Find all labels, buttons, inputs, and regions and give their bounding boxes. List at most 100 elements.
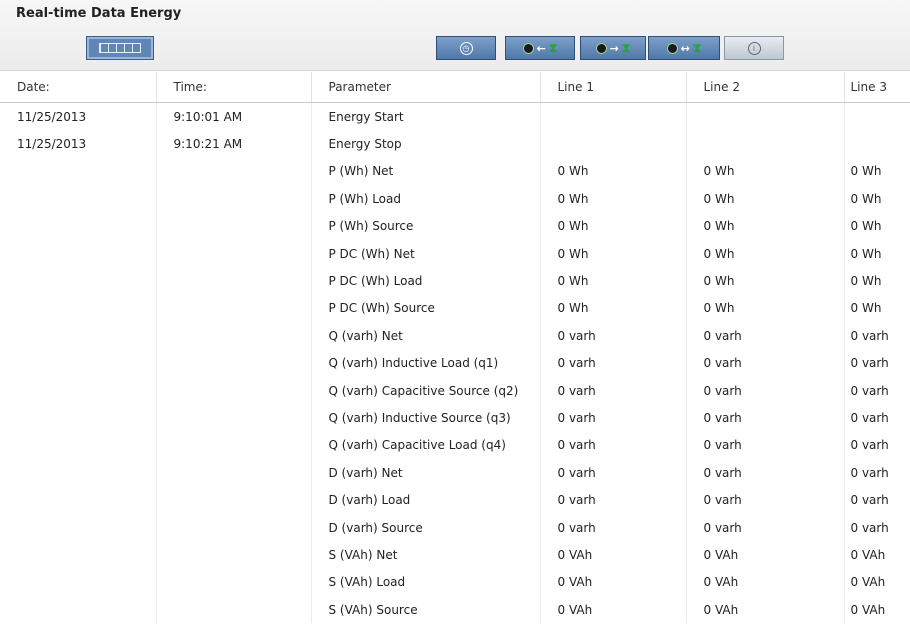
cell-time: [156, 541, 312, 569]
table-row[interactable]: Q (varh) Capacitive Load (q4) 0 varh 0 var…: [0, 431, 910, 460]
table-row[interactable]: P DC (Wh) Load 0 Wh 0 Wh 0 Wh: [0, 267, 910, 295]
table-row[interactable]: 11/25/2013 9:10:01 AM Energy Start: [0, 102, 910, 131]
table-row[interactable]: P DC (Wh) Source 0 Wh 0 Wh 0 Wh: [0, 294, 910, 323]
export-button[interactable]: → ⧗: [580, 36, 646, 60]
cell-parameter: D (varh) Source: [311, 513, 541, 542]
import-icon: ←: [536, 41, 546, 55]
cell-line-1: 0 varh: [540, 376, 687, 405]
cell-parameter: P DC (Wh) Load: [311, 267, 541, 295]
grid-view-icon: [99, 43, 141, 53]
cell-time: [156, 185, 312, 213]
table-header-row: Date: Time: Parameter Line 1 Line 2 Line…: [0, 72, 910, 103]
table-row[interactable]: Q (varh) Capacitive Source (q2) 0 varh 0 v…: [0, 376, 910, 405]
cell-date: [0, 212, 157, 240]
grid-view-button[interactable]: [86, 36, 154, 60]
cell-line-3: 0 Wh: [850, 191, 882, 206]
bidirectional-button[interactable]: ↔ ⧗: [648, 36, 720, 60]
table-row[interactable]: Q (varh) Inductive Load (q1) 0 varh 0 varh…: [0, 349, 910, 377]
cell-date: [0, 541, 157, 569]
import-button[interactable]: ← ⧗: [505, 36, 575, 60]
info-button[interactable]: i: [724, 36, 784, 60]
cell-date: [0, 404, 157, 432]
cell-date: [0, 431, 157, 460]
cell-date: [0, 596, 157, 624]
cell-date: [0, 486, 157, 514]
cell-line-1: 0 varh: [540, 486, 687, 514]
cell-date: [0, 568, 157, 597]
cell-parameter: P (Wh) Net: [311, 157, 541, 186]
meter-icon: ⧗: [621, 41, 631, 55]
cell-line-2: 0 Wh: [686, 239, 845, 268]
cell-date: [0, 376, 157, 405]
cell-line-2: 0 Wh: [686, 294, 845, 323]
cell-line-2: 0 varh: [686, 431, 845, 460]
table-row[interactable]: D (varh) Net 0 varh 0 varh 0 varh: [0, 459, 910, 487]
table-body: 11/25/2013 9:10:01 AM Energy Start 11/25/20…: [0, 102, 910, 624]
cell-line-2: 0 VAh: [686, 541, 845, 569]
cell-line-1: 0 Wh: [540, 294, 687, 323]
cell-line-2: 0 varh: [686, 349, 845, 377]
cell-line-2: 0 Wh: [686, 267, 845, 295]
cell-line-2: 0 Wh: [686, 212, 845, 240]
table-row[interactable]: Q (varh) Inductive Source (q3) 0 varh 0 va…: [0, 404, 910, 432]
cell-line-2: [686, 130, 845, 158]
panel-title: Real-time Data Energy: [16, 6, 182, 21]
cell-line-1: [540, 102, 687, 131]
table-row[interactable]: S (VAh) Net 0 VAh 0 VAh 0 VAh: [0, 541, 910, 569]
cell-parameter: D (varh) Net: [311, 459, 541, 487]
bidirectional-icon: ↔: [680, 41, 690, 55]
column-header-line-1[interactable]: Line 1: [540, 72, 687, 103]
table-row[interactable]: 11/25/2013 9:10:21 AM Energy Stop: [0, 130, 910, 158]
cell-line-3: 0 VAh: [850, 602, 886, 617]
table-row[interactable]: D (varh) Source 0 varh 0 varh 0 varh: [0, 513, 910, 542]
column-header-parameter[interactable]: Parameter: [311, 72, 541, 103]
table-row[interactable]: S (VAh) Load 0 VAh 0 VAh 0 VAh: [0, 568, 910, 597]
cell-line-3: 0 varh: [850, 465, 889, 480]
cell-line-2: 0 varh: [686, 486, 845, 514]
column-header-line-2[interactable]: Line 2: [686, 72, 845, 103]
cell-time: [156, 459, 312, 487]
cell-line-2: 0 varh: [686, 513, 845, 542]
column-header-time[interactable]: Time:: [156, 72, 312, 103]
cell-line-2: 0 varh: [686, 376, 845, 405]
table-row[interactable]: P (Wh) Net 0 Wh 0 Wh 0 Wh: [0, 157, 910, 186]
table-row[interactable]: D (varh) Load 0 varh 0 varh 0 varh: [0, 486, 910, 514]
node-icon: [595, 42, 607, 54]
cell-date: [0, 513, 157, 542]
cell-line-3: 0 varh: [850, 328, 889, 343]
cell-line-2: 0 varh: [686, 404, 845, 432]
cell-date: [0, 349, 157, 377]
table-row[interactable]: S (VAh) Source 0 VAh 0 VAh 0 VAh: [0, 596, 910, 624]
cell-line-2: 0 VAh: [686, 596, 845, 624]
cell-parameter: P DC (Wh) Net: [311, 239, 541, 268]
cell-line-1: 0 Wh: [540, 157, 687, 186]
cell-parameter: S (VAh) Net: [311, 541, 541, 569]
cell-time: [156, 157, 312, 186]
cell-time: [156, 404, 312, 432]
table-row[interactable]: Q (varh) Net 0 varh 0 varh 0 varh: [0, 322, 910, 350]
table-row[interactable]: P (Wh) Source 0 Wh 0 Wh 0 Wh: [0, 212, 910, 240]
cell-line-1: 0 Wh: [540, 239, 687, 268]
cell-date: 11/25/2013: [0, 102, 157, 131]
cell-line-1: 0 varh: [540, 349, 687, 377]
cell-line-1: 0 varh: [540, 322, 687, 350]
cell-time: [156, 486, 312, 514]
node-icon: [522, 42, 534, 54]
cell-line-1: 0 Wh: [540, 185, 687, 213]
table-row[interactable]: P (Wh) Load 0 Wh 0 Wh 0 Wh: [0, 185, 910, 213]
cell-date: [0, 322, 157, 350]
meter-icon: ⧗: [692, 41, 702, 55]
cell-line-1: 0 varh: [540, 513, 687, 542]
cell-line-3: 0 Wh: [850, 164, 882, 179]
column-header-date[interactable]: Date:: [0, 72, 157, 103]
cell-time: 9:10:21 AM: [156, 130, 312, 158]
column-header-line-3[interactable]: Line 3: [844, 72, 910, 103]
cell-date: [0, 239, 157, 268]
clock-button[interactable]: ◷: [436, 36, 496, 60]
table-row[interactable]: P DC (Wh) Net 0 Wh 0 Wh 0 Wh: [0, 239, 910, 268]
cell-time: [156, 349, 312, 377]
cell-line-3: 0 varh: [850, 438, 889, 453]
cell-parameter: Q (varh) Capacitive Source (q2): [311, 376, 541, 405]
cell-time: [156, 431, 312, 460]
info-icon: i: [747, 41, 761, 55]
